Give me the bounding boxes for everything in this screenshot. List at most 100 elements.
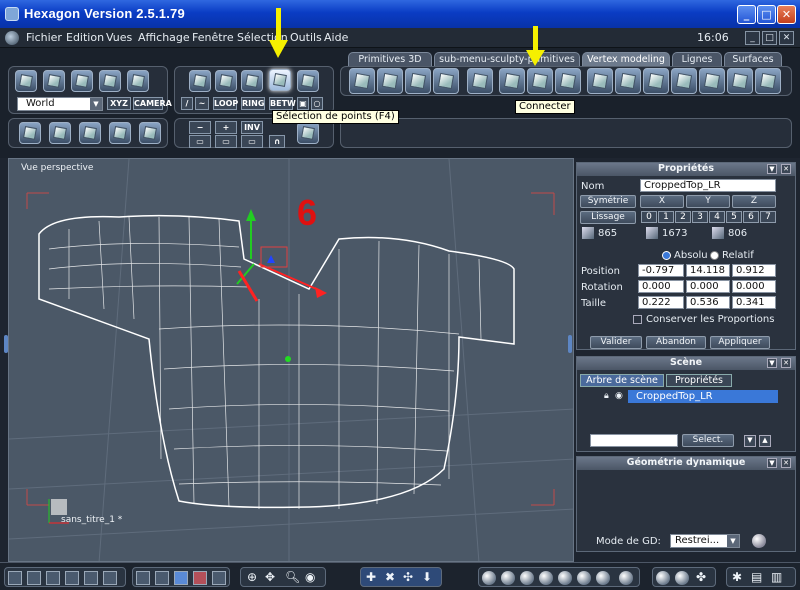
gizmo-icon[interactable]: ✣ — [403, 570, 413, 584]
light-sphere-icon[interactable] — [656, 571, 670, 585]
menu-affichage[interactable]: Affichage — [138, 31, 190, 44]
pick-icon[interactable]: ▭ — [241, 135, 263, 148]
tab-sculpty-primitives[interactable]: sub-menu-sculpty-primitives — [434, 52, 580, 66]
paint-select-icon[interactable]: ▭ — [215, 135, 237, 148]
scene-filter-input[interactable] — [590, 434, 678, 447]
size-y-field[interactable]: 0.536 — [686, 296, 730, 309]
select-points-button[interactable] — [269, 69, 291, 91]
position-z-field[interactable]: 0.912 — [732, 264, 776, 277]
smoothing-level-3[interactable]: 3 — [692, 211, 708, 223]
smoothing-level-5[interactable]: 5 — [726, 211, 742, 223]
absolute-radio[interactable] — [662, 251, 671, 260]
menu-outils[interactable]: Outils — [290, 31, 322, 44]
relative-radio[interactable] — [710, 251, 719, 260]
scale-tool-button[interactable] — [99, 70, 121, 92]
symmetry-z-button[interactable]: Z — [732, 195, 776, 208]
select-face-button[interactable] — [215, 70, 237, 92]
loop-button[interactable]: LOOP — [213, 97, 238, 110]
extrude-tool-button[interactable] — [349, 68, 375, 94]
rotate-tool-button[interactable] — [71, 70, 93, 92]
bridge-tool-button[interactable] — [433, 68, 459, 94]
grid-blue-icon[interactable] — [174, 571, 188, 585]
chevron-down-icon[interactable]: ▼ — [767, 358, 777, 368]
mesh-canvas[interactable]: 6 — [9, 159, 574, 562]
layer-icon[interactable] — [49, 122, 71, 144]
smoothing-level-1[interactable]: 1 — [658, 211, 674, 223]
snap-icon[interactable]: ⬇ — [422, 570, 432, 584]
inset-tool-button[interactable] — [405, 68, 431, 94]
bevel-tool-button[interactable] — [377, 68, 403, 94]
eye-icon[interactable]: ◉ — [615, 389, 623, 403]
validate-button[interactable]: Valider — [590, 336, 642, 349]
tab-scene-tree[interactable]: Arbre de scène — [580, 374, 664, 387]
smoothing-button[interactable]: Lissage — [580, 211, 636, 224]
tab-surfaces[interactable]: Surfaces — [724, 52, 782, 66]
tab-lignes[interactable]: Lignes — [672, 52, 722, 66]
rotation-x-field[interactable]: 0.000 — [638, 280, 684, 293]
move-axis-icon[interactable]: ✖ — [385, 570, 395, 584]
rotation-z-field[interactable]: 0.000 — [732, 280, 776, 293]
cropped-top-mesh[interactable] — [38, 214, 515, 509]
size-z-field[interactable]: 0.341 — [732, 296, 776, 309]
zoom-icon[interactable]: 🔍︎ — [285, 570, 300, 584]
close-icon[interactable]: ✕ — [781, 458, 791, 468]
universal-tool-button[interactable] — [127, 70, 149, 92]
shaded-sphere-icon[interactable] — [596, 571, 610, 585]
pan-icon[interactable]: ⊕ — [247, 570, 257, 584]
layout-quad-icon[interactable] — [46, 571, 60, 585]
close-icon[interactable]: ✕ — [781, 164, 791, 174]
background-icon[interactable]: ▥ — [771, 570, 782, 584]
left-collapse-handle[interactable] — [4, 335, 8, 353]
spread-tool-button[interactable] — [755, 68, 781, 94]
slice-tool-button[interactable] — [499, 68, 525, 94]
smoothing-level-6[interactable]: 6 — [743, 211, 759, 223]
mdi-minimize-button[interactable]: _ — [745, 31, 760, 45]
wheel-icon[interactable] — [109, 122, 131, 144]
menu-edition[interactable]: Edition — [66, 31, 104, 44]
close-button[interactable]: ✕ — [777, 5, 796, 24]
symmetry-button[interactable]: Symétrie — [580, 195, 636, 208]
select-tool-button[interactable] — [15, 70, 37, 92]
frame-select-icon[interactable]: ▣ — [297, 97, 309, 110]
cancel-button[interactable]: Abandon — [646, 336, 706, 349]
camera-button[interactable]: CAMERA — [133, 97, 172, 110]
smoothing-level-7[interactable]: 7 — [760, 211, 776, 223]
lock-icon[interactable]: 🔒︎ — [604, 389, 609, 403]
render-sphere-icon[interactable] — [619, 571, 633, 585]
eye-icon[interactable]: ◉ — [305, 570, 315, 584]
layout-split-icon[interactable] — [27, 571, 41, 585]
tab-scene-properties[interactable]: Propriétés — [666, 374, 732, 387]
shrink-selection-button[interactable]: − — [189, 121, 211, 134]
menu-aide[interactable]: Aide — [324, 31, 348, 44]
tessellate-tool-button[interactable] — [727, 68, 753, 94]
smoothing-level-0[interactable]: 0 — [641, 211, 657, 223]
grid-icon[interactable] — [79, 122, 101, 144]
invert-selection-button[interactable]: INV — [241, 121, 263, 134]
symmetry-y-button[interactable]: Y — [686, 195, 730, 208]
select-edge-button[interactable] — [241, 70, 263, 92]
layout-vertical-icon[interactable] — [65, 571, 79, 585]
layout-three-icon[interactable] — [84, 571, 98, 585]
minimize-button[interactable]: _ — [737, 5, 756, 24]
name-field[interactable]: CroppedTop_LR — [640, 179, 776, 192]
close-icon[interactable]: ✕ — [781, 358, 791, 368]
perspective-viewport[interactable]: Vue perspective 6 sans_titre_1 * — [8, 158, 574, 562]
delete-tool-button[interactable] — [615, 68, 641, 94]
wireframe-sphere-icon[interactable] — [482, 571, 496, 585]
shadow-sphere-icon[interactable] — [675, 571, 689, 585]
grid-dense-icon[interactable] — [212, 571, 226, 585]
select-all-button[interactable] — [297, 70, 319, 92]
brush-select-icon[interactable]: / — [181, 97, 193, 110]
eraser-icon[interactable] — [19, 122, 41, 144]
tab-primitives-3d[interactable]: Primitives 3D — [348, 52, 432, 66]
mdi-restore-button[interactable]: □ — [762, 31, 777, 45]
between-button[interactable]: BETW — [269, 97, 296, 110]
split-tool-button[interactable] — [671, 68, 697, 94]
smoothing-level-2[interactable]: 2 — [675, 211, 691, 223]
keep-proportions-checkbox[interactable] — [633, 315, 642, 324]
hidden-line-sphere-icon[interactable] — [501, 571, 515, 585]
grow-selection-button[interactable]: + — [215, 121, 237, 134]
symmetry-x-button[interactable]: X — [640, 195, 684, 208]
smooth-tool-button[interactable] — [699, 68, 725, 94]
flat-sphere-icon[interactable] — [520, 571, 534, 585]
